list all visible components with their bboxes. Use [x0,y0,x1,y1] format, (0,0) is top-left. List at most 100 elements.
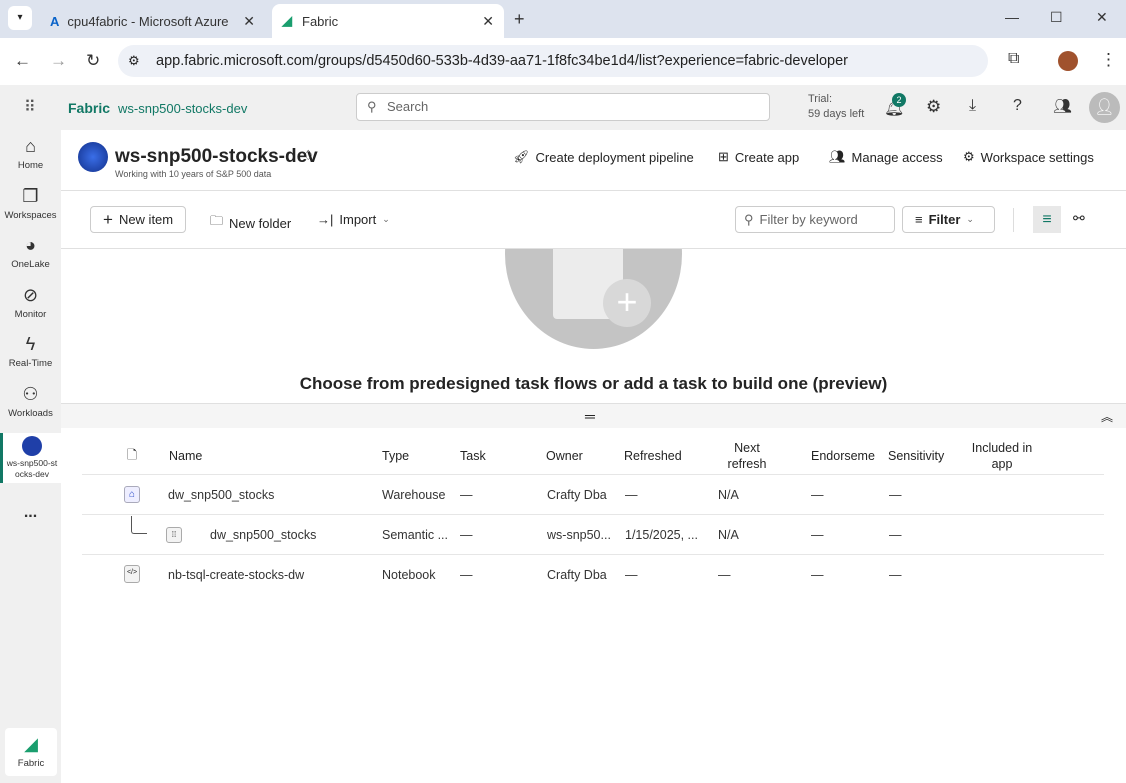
workspace-settings-button[interactable]: ⚙ Workspace settings [963,149,1094,165]
column-endorsement[interactable]: Endorseme [811,449,875,463]
lineage-icon: ⚯ [1073,210,1085,226]
divider [61,190,1126,191]
user-avatar[interactable]: 👤︎ [1089,92,1120,123]
tab-fabric[interactable]: ◢ Fabric ✕ [272,4,504,38]
extensions-icon[interactable]: ⧉ [1008,50,1019,68]
trial-status[interactable]: Trial: 59 days left [808,92,864,122]
new-item-button[interactable]: + New item [90,206,187,233]
search-input[interactable]: ⚲ Search [356,93,770,121]
create-app-button[interactable]: ⊞ Create app [718,149,799,165]
brand[interactable]: Fabric [68,100,110,116]
notification-badge: 2 [892,93,906,107]
close-tab-icon[interactable]: ✕ [482,13,494,30]
item-task: — [460,568,473,582]
workspace-main: ws-snp500-stocks-dev ♢ Working with 10 y… [61,130,1126,783]
site-settings-icon[interactable]: ⚙ [128,45,140,77]
filter-keyword-input[interactable]: ⚲ Filter by keyword [735,206,895,233]
close-window-icon[interactable]: ✕ [1096,9,1108,26]
item-task: — [460,528,473,542]
rocket-icon: 🚀︎ [513,149,530,164]
item-name[interactable]: dw_snp500_stocks [210,528,316,542]
new-tab-icon[interactable]: + [514,9,525,30]
nav-real-time[interactable]: ϟ Real-Time [0,334,61,369]
fabric-icon: ◢ [282,13,292,28]
filter-button[interactable]: ≡ Filter ⌄ [902,206,995,233]
maximize-icon[interactable]: ☐ [1050,9,1063,26]
download-icon[interactable]: ⤓ [969,97,976,115]
settings-icon[interactable]: ⚙ [926,97,941,117]
nav-workspaces[interactable]: ❐ Workspaces [0,186,61,221]
task-flow-area: + Choose from predesigned task flows or … [61,249,1126,403]
url-field[interactable]: ⚙ app.fabric.microsoft.com/groups/d5450d6… [118,45,988,77]
item-next-refresh: N/A [718,488,739,502]
item-sensitivity: — [889,488,902,502]
azure-icon: A [50,13,60,29]
chevron-down-icon: ⌄ [382,214,390,224]
item-endorsement: — [811,488,824,502]
column-name[interactable]: Name [169,449,202,463]
import-icon: →| [317,212,334,227]
item-refreshed: 1/15/2025, ... [625,528,698,542]
item-endorsement: — [811,528,824,542]
home-icon: ⌂ [25,136,36,156]
workspaces-icon: ❐ [22,186,39,206]
close-tab-icon[interactable]: ✕ [243,13,255,30]
item-type: Warehouse [382,488,446,502]
feedback-icon[interactable]: 👥︎ [1053,97,1072,115]
lightning-icon: ϟ [25,334,36,354]
new-folder-button[interactable]: 🗀 New folder [210,212,291,234]
help-icon[interactable]: ? [1013,97,1022,115]
tree-connector [131,516,147,534]
plus-icon: + [103,209,113,229]
menu-icon[interactable]: ⋮ [1100,50,1117,70]
breadcrumb-workspace[interactable]: ws-snp500-stocks-dev [118,101,247,116]
column-included-in-app[interactable]: Included in app [970,440,1034,472]
task-flow-illustration: + [505,249,682,349]
browser-tab-bar: ▾ A cpu4fabric - Microsoft Azure ✕ ◢ Fab… [0,0,1126,38]
item-owner: Crafty Dba [547,488,607,502]
chevron-down-icon: ⌄ [966,214,974,224]
people-icon: 👥︎ [829,149,846,164]
drag-handle-icon[interactable]: ═ [585,408,595,424]
column-sensitivity[interactable]: Sensitivity [888,449,944,463]
nav-onelake[interactable]: ◕ OneLake [0,235,61,270]
divider [82,554,1104,555]
fabric-icon: ◢ [24,734,38,754]
profile-avatar[interactable] [1058,51,1078,71]
nav-more[interactable]: ... [0,504,61,522]
workspace-avatar [22,436,42,456]
item-type: Notebook [382,568,436,582]
lineage-view-button[interactable]: ⚯ [1073,210,1085,227]
item-name[interactable]: nb-tsql-create-stocks-dw [168,568,304,582]
column-type[interactable]: Type [382,449,409,463]
create-deployment-pipeline-button[interactable]: 🚀︎ Create deployment pipeline [513,149,694,165]
item-name[interactable]: dw_snp500_stocks [168,488,274,502]
item-endorsement: — [811,568,824,582]
tab-azure[interactable]: A cpu4fabric - Microsoft Azure ✕ [40,4,265,38]
forward-icon[interactable]: → [50,51,67,71]
import-button[interactable]: →| Import ⌄ [317,212,390,227]
manage-access-button[interactable]: 👥︎ Manage access [829,149,943,165]
nav-workspace-current[interactable]: ws-snp500-stocks-dev [0,433,61,483]
back-icon[interactable]: ← [14,51,31,71]
column-refreshed[interactable]: Refreshed [624,449,682,463]
column-owner[interactable]: Owner [546,449,583,463]
resize-divider[interactable]: ═ ︽ [61,403,1126,428]
collapse-icon[interactable]: ︽ [1101,408,1113,425]
list-view-button[interactable]: ≡ [1033,206,1061,233]
item-owner: ws-snp50... [547,528,611,542]
nav-home[interactable]: ⌂ Home [0,136,61,171]
nav-fabric[interactable]: ◢ Fabric [5,728,57,776]
folder-add-icon: 🗀 [210,213,224,228]
nav-workloads[interactable]: ⚇ Workloads [0,384,61,419]
filter-icon: ≡ [915,212,923,227]
minimize-icon[interactable]: — [1005,9,1019,25]
column-task[interactable]: Task [460,449,486,463]
nav-monitor[interactable]: ⊘ Monitor [0,285,61,320]
column-next-refresh[interactable]: Next refresh [726,440,768,472]
item-owner: Crafty Dba [547,568,607,582]
app-launcher-icon[interactable]: ⠿ [24,97,36,117]
tab-list-button[interactable]: ▾ [8,6,32,30]
left-nav: ⌂ Home ❐ Workspaces ◕ OneLake ⊘ Monitor ϟ Rea… [0,130,61,783]
reload-icon[interactable]: ↻ [86,51,100,71]
